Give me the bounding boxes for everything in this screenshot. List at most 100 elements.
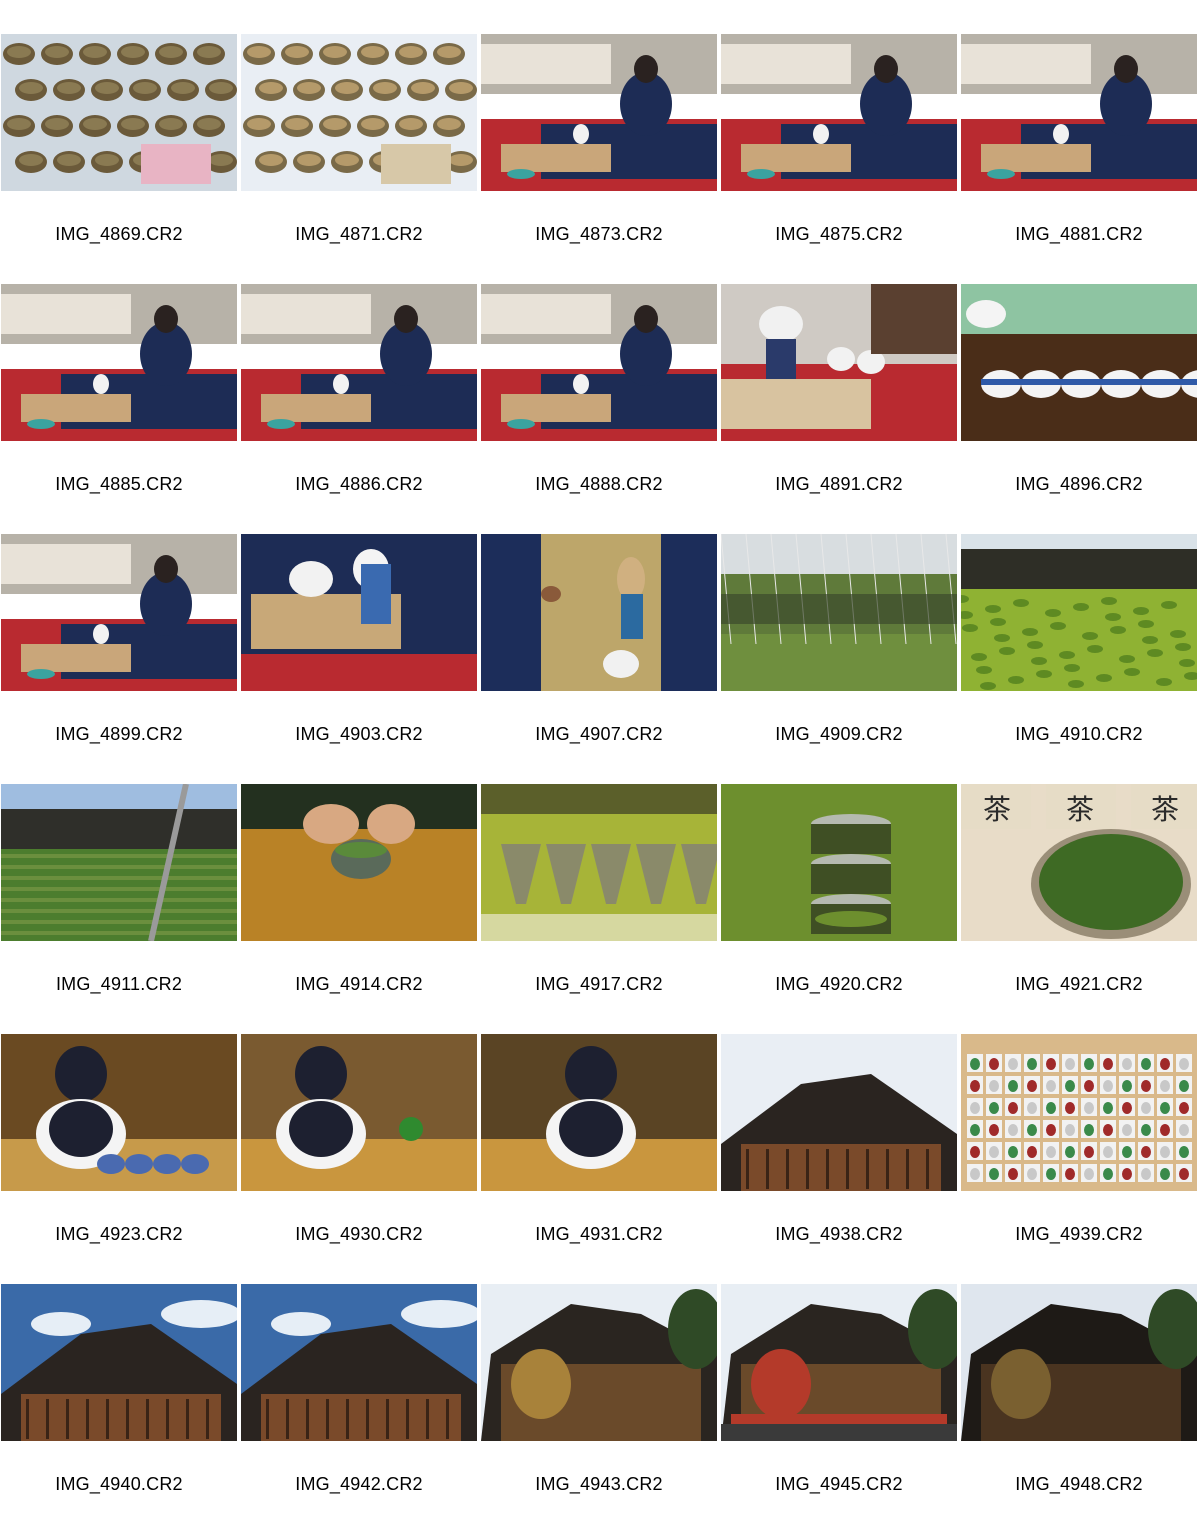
photo-thumbnail[interactable]: IMG_4903.CR2 — [240, 534, 478, 754]
photo-thumbnail-frame[interactable] — [481, 1284, 717, 1441]
photo-thumbnail-frame[interactable] — [241, 1034, 477, 1191]
svg-text:茶: 茶 — [1151, 793, 1179, 826]
photo-thumbnail[interactable]: IMG_4899.CR2 — [0, 534, 238, 754]
photo-thumbnail-image — [721, 1284, 957, 1441]
photo-thumbnail-image — [481, 34, 717, 191]
thumbnail-row: IMG_4885.CR2 IMG_4886.CR2 IMG_4888.CR2 IMG_… — [0, 284, 1200, 534]
photo-thumbnail-frame[interactable] — [481, 34, 717, 191]
photo-thumbnail-frame[interactable] — [961, 534, 1197, 691]
thumbnail-row: IMG_4899.CR2 IMG_4903.CR2 IMG_4907.CR2 IMG_… — [0, 534, 1200, 784]
photo-thumbnail-frame[interactable] — [481, 534, 717, 691]
photo-thumbnail[interactable]: IMG_4917.CR2 — [480, 784, 718, 1004]
photo-thumbnail-frame[interactable] — [241, 784, 477, 941]
photo-thumbnail-frame[interactable] — [241, 34, 477, 191]
photo-thumbnail[interactable]: IMG_4948.CR2 — [960, 1284, 1198, 1504]
photo-filename-label: IMG_4886.CR2 — [295, 474, 423, 494]
photo-thumbnail-frame[interactable] — [1, 1034, 237, 1191]
photo-thumbnail[interactable]: IMG_4896.CR2 — [960, 284, 1198, 504]
photo-filename-label: IMG_4948.CR2 — [1015, 1474, 1143, 1494]
photo-thumbnail-image — [241, 284, 477, 441]
photo-thumbnail-image — [721, 784, 957, 941]
photo-filename-label: IMG_4888.CR2 — [535, 474, 663, 494]
photo-thumbnail-image — [1, 34, 237, 191]
photo-thumbnail-frame[interactable] — [961, 284, 1197, 441]
photo-thumbnail-image — [721, 284, 957, 441]
photo-thumbnail[interactable]: IMG_4885.CR2 — [0, 284, 238, 504]
photo-thumbnail-image — [1, 534, 237, 691]
photo-thumbnail-frame[interactable] — [241, 1284, 477, 1441]
photo-thumbnail-frame[interactable] — [961, 1034, 1197, 1191]
photo-thumbnail-frame[interactable] — [1, 1284, 237, 1441]
photo-thumbnail-frame[interactable] — [721, 534, 957, 691]
photo-thumbnail-image — [961, 284, 1197, 441]
photo-thumbnail[interactable]: IMG_4881.CR2 — [960, 34, 1198, 254]
photo-thumbnail-image — [1, 284, 237, 441]
photo-thumbnail-image — [961, 34, 1197, 191]
photo-thumbnail-frame[interactable] — [721, 1034, 957, 1191]
photo-thumbnail[interactable]: IMG_4930.CR2 — [240, 1034, 478, 1254]
photo-thumbnail-frame[interactable] — [1, 284, 237, 441]
thumbnail-row: IMG_4923.CR2 IMG_4930.CR2 IMG_4931.CR2 IMG_… — [0, 1034, 1200, 1284]
photo-thumbnail-image — [241, 784, 477, 941]
photo-thumbnail-frame[interactable] — [721, 284, 957, 441]
photo-thumbnail-image — [961, 534, 1197, 691]
photo-thumbnail-image — [721, 534, 957, 691]
photo-thumbnail[interactable]: IMG_4945.CR2 — [720, 1284, 958, 1504]
photo-thumbnail[interactable]: IMG_4891.CR2 — [720, 284, 958, 504]
photo-thumbnail-image — [1, 1034, 237, 1191]
photo-thumbnail[interactable]: IMG_4888.CR2 — [480, 284, 718, 504]
photo-thumbnail[interactable]: IMG_4942.CR2 — [240, 1284, 478, 1504]
photo-thumbnail[interactable]: IMG_4886.CR2 — [240, 284, 478, 504]
photo-thumbnail[interactable]: IMG_4920.CR2 — [720, 784, 958, 1004]
photo-filename-label: IMG_4945.CR2 — [775, 1474, 903, 1494]
photo-filename-label: IMG_4907.CR2 — [535, 724, 663, 744]
photo-thumbnail-frame[interactable] — [241, 534, 477, 691]
photo-filename-label: IMG_4885.CR2 — [55, 474, 183, 494]
photo-thumbnail-image — [481, 534, 717, 691]
photo-thumbnail-frame[interactable] — [1, 784, 237, 941]
photo-thumbnail-image — [241, 34, 477, 191]
svg-text:茶: 茶 — [983, 793, 1011, 826]
photo-thumbnail-frame[interactable] — [721, 34, 957, 191]
photo-thumbnail-frame[interactable] — [961, 34, 1197, 191]
photo-thumbnail[interactable]: IMG_4940.CR2 — [0, 1284, 238, 1504]
photo-filename-label: IMG_4869.CR2 — [55, 224, 183, 244]
photo-filename-label: IMG_4931.CR2 — [535, 1224, 663, 1244]
thumbnail-row: IMG_4911.CR2 IMG_4914.CR2 IMG_4917.CR2 IMG_… — [0, 784, 1200, 1034]
photo-thumbnail[interactable]: IMG_4914.CR2 — [240, 784, 478, 1004]
photo-thumbnail-image — [961, 1284, 1197, 1441]
photo-thumbnail[interactable]: IMG_4923.CR2 — [0, 1034, 238, 1254]
photo-thumbnail-frame[interactable] — [961, 1284, 1197, 1441]
photo-thumbnail[interactable]: IMG_4931.CR2 — [480, 1034, 718, 1254]
photo-filename-label: IMG_4939.CR2 — [1015, 1224, 1143, 1244]
photo-thumbnail[interactable]: 茶 茶 茶 IMG_4921.CR2 — [960, 784, 1198, 1004]
photo-thumbnail[interactable]: IMG_4907.CR2 — [480, 534, 718, 754]
photo-thumbnail-image — [241, 534, 477, 691]
photo-thumbnail-frame[interactable] — [721, 1284, 957, 1441]
photo-filename-label: IMG_4903.CR2 — [295, 724, 423, 744]
photo-thumbnail-image — [481, 784, 717, 941]
photo-thumbnail[interactable]: IMG_4873.CR2 — [480, 34, 718, 254]
photo-thumbnail[interactable]: IMG_4869.CR2 — [0, 34, 238, 254]
photo-thumbnail-frame[interactable] — [721, 784, 957, 941]
photo-thumbnail-frame[interactable] — [1, 34, 237, 191]
photo-filename-label: IMG_4873.CR2 — [535, 224, 663, 244]
photo-thumbnail[interactable]: IMG_4875.CR2 — [720, 34, 958, 254]
photo-thumbnail[interactable]: IMG_4909.CR2 — [720, 534, 958, 754]
photo-filename-label: IMG_4920.CR2 — [775, 974, 903, 994]
photo-thumbnail[interactable]: IMG_4910.CR2 — [960, 534, 1198, 754]
photo-filename-label: IMG_4899.CR2 — [55, 724, 183, 744]
photo-thumbnail-image — [241, 1034, 477, 1191]
photo-thumbnail[interactable]: IMG_4938.CR2 — [720, 1034, 958, 1254]
photo-thumbnail-frame[interactable] — [241, 284, 477, 441]
photo-thumbnail[interactable]: IMG_4939.CR2 — [960, 1034, 1198, 1254]
photo-thumbnail[interactable]: IMG_4943.CR2 — [480, 1284, 718, 1504]
photo-thumbnail-frame[interactable] — [481, 784, 717, 941]
photo-thumbnail[interactable]: IMG_4911.CR2 — [0, 784, 238, 1004]
photo-thumbnail-frame[interactable] — [481, 284, 717, 441]
photo-thumbnail-image — [721, 34, 957, 191]
photo-thumbnail-frame[interactable]: 茶茶茶 — [961, 784, 1197, 941]
photo-thumbnail-frame[interactable] — [1, 534, 237, 691]
photo-thumbnail-frame[interactable] — [481, 1034, 717, 1191]
photo-thumbnail[interactable]: IMG_4871.CR2 — [240, 34, 478, 254]
